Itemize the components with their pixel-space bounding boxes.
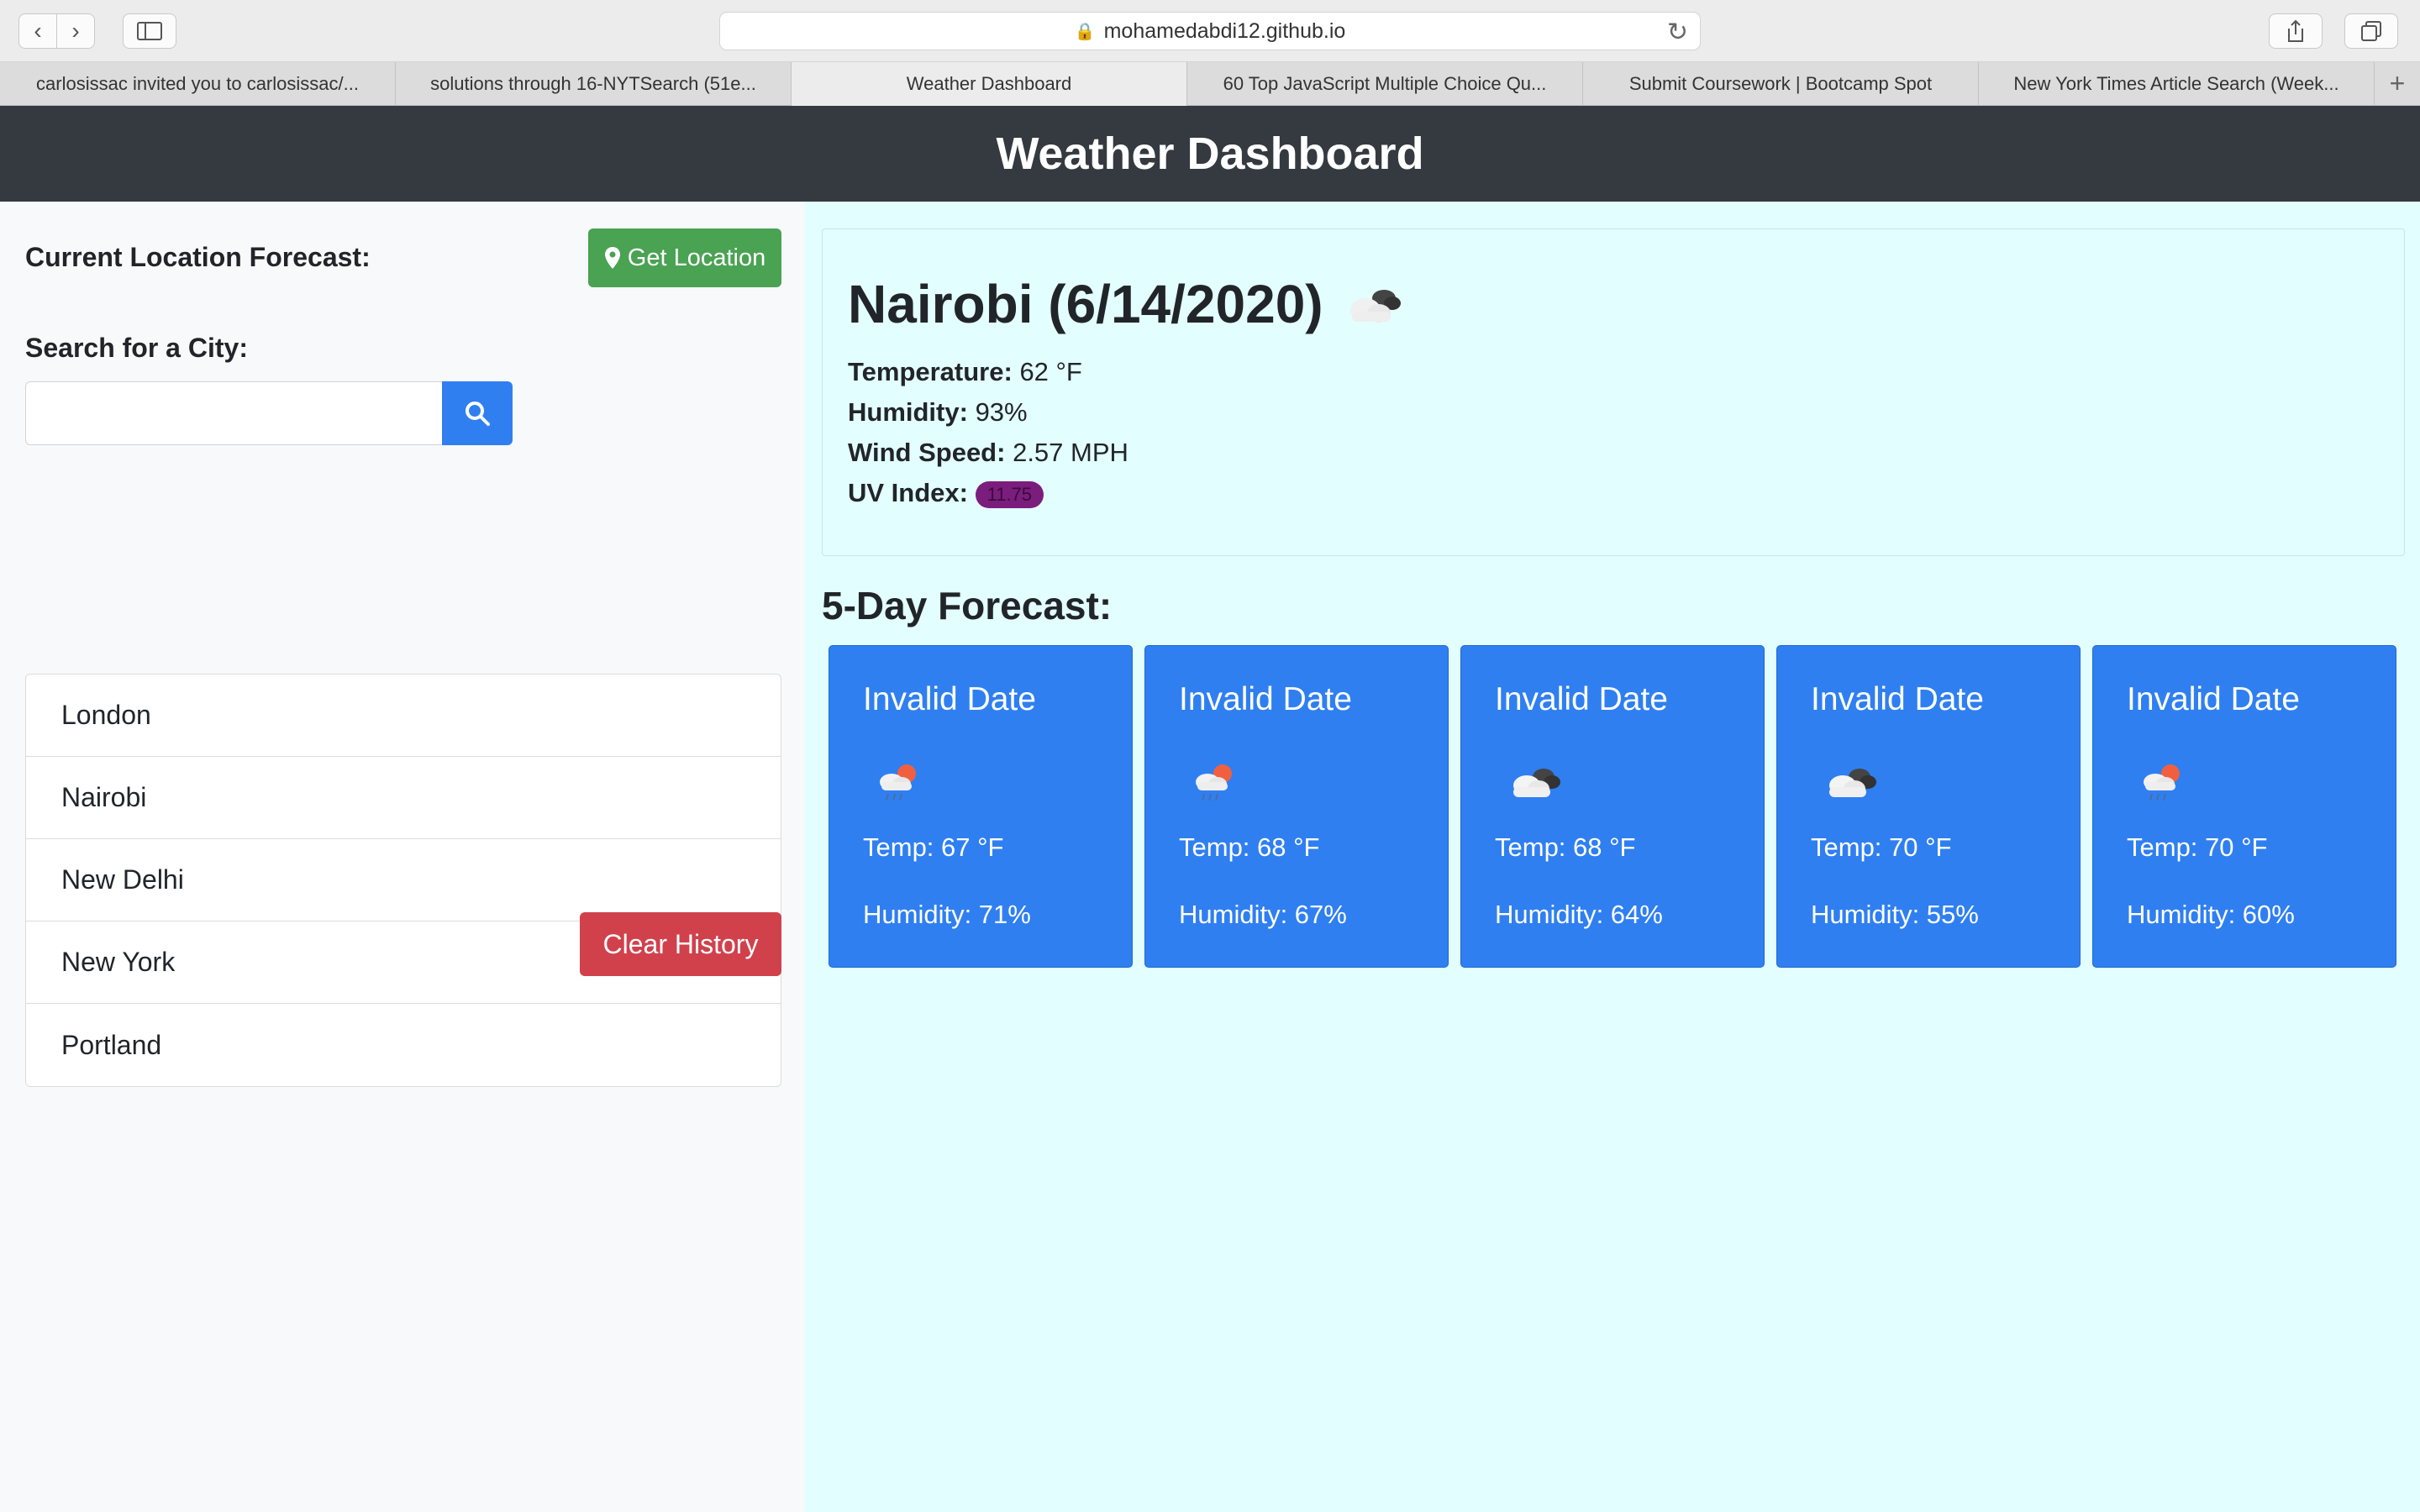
forward-button[interactable]: › — [56, 13, 95, 49]
history-item[interactable]: Portland — [26, 1004, 781, 1086]
uv-label: UV Index: — [848, 478, 968, 507]
cloudy-icon — [1829, 769, 1876, 797]
forecast-date: Invalid Date — [863, 681, 1036, 717]
chevron-left-icon: ‹ — [34, 18, 42, 44]
wind-row: Wind Speed: 2.57 MPH — [848, 438, 1128, 468]
search-icon — [466, 402, 490, 426]
get-location-button[interactable]: Get Location — [588, 228, 781, 287]
share-button[interactable] — [2269, 13, 2323, 49]
browser-tab[interactable]: New York Times Article Search (Week... — [1979, 62, 2375, 106]
cloudy-icon — [1513, 769, 1560, 797]
current-weather-card: Nairobi (6/14/2020) Temperature: 62 °F H… — [822, 228, 2405, 556]
temperature-row: Temperature: 62 °F — [848, 357, 1082, 387]
forecast-card: Invalid Date Temp: 70 °F Humidity: 60% — [2092, 645, 2396, 968]
humidity-label: Humidity: — [848, 397, 968, 427]
current-city-title: Nairobi (6/14/2020) — [848, 273, 1406, 335]
forecast-humidity: Humidity: 71% — [863, 900, 1031, 929]
map-marker-icon — [604, 247, 620, 269]
new-tab-button[interactable]: + — [2375, 62, 2420, 105]
tab-bar: carlosissac invited you to carlosissac/.… — [0, 62, 2420, 106]
temperature-label: Temperature: — [848, 357, 1013, 386]
clear-history-button[interactable]: Clear History — [580, 912, 781, 976]
forecast-card: Invalid Date Temp: 68 °F Humidity: 67% — [1144, 645, 1449, 968]
url-text: mohamedabdi12.github.io — [1103, 18, 1346, 43]
forecast-date: Invalid Date — [1179, 681, 1352, 717]
rain-sun-icon — [880, 764, 916, 801]
rain-sun-icon — [1196, 764, 1232, 801]
wind-label: Wind Speed: — [848, 438, 1006, 467]
humidity-value: 93% — [975, 397, 1028, 427]
search-history-list: London Nairobi New Delhi New York Portla… — [25, 674, 781, 1087]
forecast-date: Invalid Date — [1811, 681, 1984, 717]
forecast-card: Invalid Date Temp: 67 °F Humidity: 71% — [829, 645, 1133, 968]
browser-tab[interactable]: 60 Top JavaScript Multiple Choice Qu... — [1187, 62, 1583, 106]
forecast-temp: Temp: 68 °F — [1495, 832, 1636, 862]
history-item[interactable]: Nairobi — [26, 757, 781, 839]
show-tabs-button[interactable] — [2344, 13, 2398, 49]
forecast-temp: Temp: 68 °F — [1179, 832, 1320, 862]
cloudy-icon — [1349, 290, 1401, 323]
weather-panel: Nairobi (6/14/2020) Temperature: 62 °F H… — [805, 202, 2420, 1512]
forecast-humidity: Humidity: 67% — [1179, 900, 1347, 929]
forecast-card: Invalid Date Temp: 70 °F Humidity: 55% — [1776, 645, 2081, 968]
search-label: Search for a City: — [25, 333, 248, 363]
page-title: Weather Dashboard — [996, 129, 1424, 179]
share-icon — [2288, 19, 2303, 42]
plus-icon: + — [2389, 68, 2406, 98]
lock-icon: 🔒 — [1074, 22, 1096, 41]
temperature-value: 62 °F — [1019, 357, 1082, 386]
page-header: Weather Dashboard — [0, 106, 2420, 202]
forecast-card: Invalid Date Temp: 68 °F Humidity: 64% — [1460, 645, 1765, 968]
forecast-date: Invalid Date — [1495, 681, 1668, 717]
forecast-date: Invalid Date — [2127, 681, 2300, 717]
forecast-temp: Temp: 70 °F — [2127, 832, 2268, 862]
address-bar[interactable]: 🔒 mohamedabdi12.github.io ↻ — [719, 12, 1701, 50]
sidebar-icon — [137, 22, 162, 40]
forecast-temp: Temp: 70 °F — [1811, 832, 1952, 862]
search-sidebar: Current Location Forecast: Get Location … — [0, 202, 805, 1512]
forecast-humidity: Humidity: 64% — [1495, 900, 1663, 929]
reload-icon[interactable]: ↻ — [1667, 18, 1688, 47]
forecast-humidity: Humidity: 60% — [2127, 900, 2295, 929]
history-item[interactable]: New Delhi — [26, 839, 781, 921]
forecast-temp: Temp: 67 °F — [863, 832, 1004, 862]
wind-value: 2.57 MPH — [1013, 438, 1128, 467]
city-date-title: Nairobi (6/14/2020) — [848, 274, 1323, 334]
tabs-icon — [2361, 21, 2381, 41]
uv-row: UV Index: 11.75 — [848, 478, 1044, 508]
uv-badge: 11.75 — [975, 480, 1044, 508]
browser-tab[interactable]: solutions through 16-NYTSearch (51e... — [396, 62, 792, 106]
browser-tab[interactable]: carlosissac invited you to carlosissac/.… — [0, 62, 396, 106]
chevron-right-icon: › — [71, 18, 80, 44]
sidebar-toggle-button[interactable] — [123, 13, 176, 49]
browser-tab[interactable]: Submit Coursework | Bootcamp Spot — [1583, 62, 1979, 106]
rain-sun-icon — [2144, 764, 2180, 801]
back-button[interactable]: ‹ — [18, 13, 57, 49]
humidity-row: Humidity: 93% — [848, 397, 1028, 428]
search-button[interactable] — [442, 381, 513, 445]
browser-tab-active[interactable]: Weather Dashboard — [792, 62, 1187, 106]
get-location-label: Get Location — [627, 244, 766, 271]
history-item[interactable]: London — [26, 675, 781, 757]
forecast-title: 5-Day Forecast: — [822, 584, 1113, 627]
city-search-input[interactable] — [25, 381, 444, 445]
current-location-label: Current Location Forecast: — [25, 242, 371, 272]
forecast-humidity: Humidity: 55% — [1811, 900, 1979, 929]
browser-toolbar: ‹ › 🔒 mohamedabdi12.github.io ↻ — [0, 0, 2420, 62]
